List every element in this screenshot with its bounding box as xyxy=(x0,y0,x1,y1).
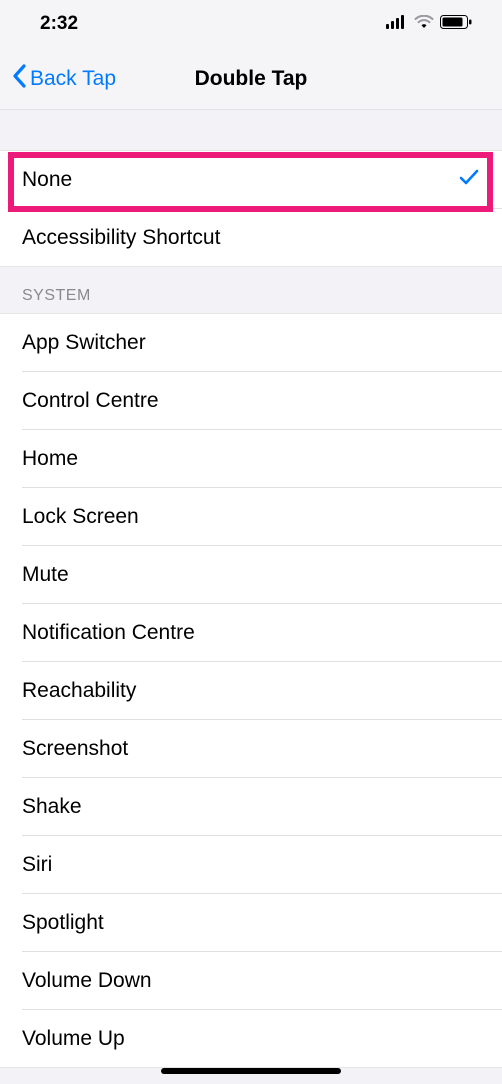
option-label: Control Centre xyxy=(22,389,159,413)
option-label: Accessibility Shortcut xyxy=(22,226,220,250)
wifi-icon xyxy=(414,13,434,35)
option-screenshot[interactable]: Screenshot xyxy=(0,720,502,777)
status-time: 2:32 xyxy=(40,13,78,35)
option-label: Volume Down xyxy=(22,969,152,993)
option-home[interactable]: Home xyxy=(0,430,502,487)
battery-icon xyxy=(440,13,472,35)
chevron-left-icon xyxy=(12,64,26,94)
back-button[interactable]: Back Tap xyxy=(0,64,116,94)
option-label: Siri xyxy=(22,853,52,877)
status-right xyxy=(386,13,472,35)
status-bar: 2:32 xyxy=(0,0,502,48)
option-label: Shake xyxy=(22,795,82,819)
group-system: App Switcher Control Centre Home Lock Sc… xyxy=(0,313,502,1068)
option-app-switcher[interactable]: App Switcher xyxy=(0,314,502,371)
option-none[interactable]: None xyxy=(0,151,502,208)
section-header-system: SYSTEM xyxy=(0,287,113,313)
spacer: SYSTEM xyxy=(0,267,502,313)
option-accessibility-shortcut[interactable]: Accessibility Shortcut xyxy=(0,209,502,266)
option-spotlight[interactable]: Spotlight xyxy=(0,894,502,951)
option-shake[interactable]: Shake xyxy=(0,778,502,835)
signal-icon xyxy=(386,13,408,35)
option-volume-down[interactable]: Volume Down xyxy=(0,952,502,1009)
option-control-centre[interactable]: Control Centre xyxy=(0,372,502,429)
option-label: None xyxy=(22,168,72,192)
option-label: Mute xyxy=(22,563,69,587)
option-lock-screen[interactable]: Lock Screen xyxy=(0,488,502,545)
option-label: Lock Screen xyxy=(22,505,139,529)
option-mute[interactable]: Mute xyxy=(0,546,502,603)
option-label: Screenshot xyxy=(22,737,128,761)
option-notification-centre[interactable]: Notification Centre xyxy=(0,604,502,661)
option-label: Notification Centre xyxy=(22,621,195,645)
option-label: Spotlight xyxy=(22,911,104,935)
option-siri[interactable]: Siri xyxy=(0,836,502,893)
option-reachability[interactable]: Reachability xyxy=(0,662,502,719)
spacer xyxy=(0,110,502,150)
nav-bar: Back Tap Double Tap xyxy=(0,48,502,110)
option-label: Volume Up xyxy=(22,1027,125,1051)
option-label: App Switcher xyxy=(22,331,146,355)
option-label: Reachability xyxy=(22,679,136,703)
home-indicator[interactable] xyxy=(161,1068,341,1074)
checkmark-icon xyxy=(458,166,480,194)
option-volume-up[interactable]: Volume Up xyxy=(0,1010,502,1067)
option-label: Home xyxy=(22,447,78,471)
back-label: Back Tap xyxy=(30,67,116,91)
group-general: None Accessibility Shortcut xyxy=(0,150,502,267)
